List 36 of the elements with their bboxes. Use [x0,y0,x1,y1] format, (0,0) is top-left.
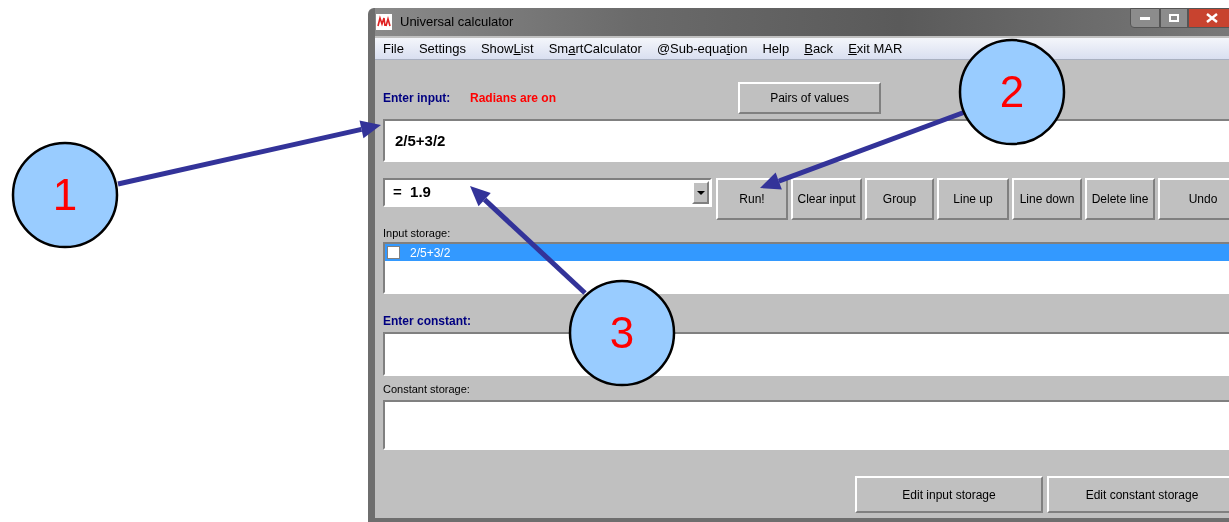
menu-item[interactable]: @Sub-equation [656,38,748,59]
checkbox[interactable] [387,246,400,259]
menu-item[interactable]: Settings [418,38,466,59]
result-dropdown[interactable]: = 1.9 [383,178,712,207]
dropdown-arrow-icon [696,190,705,195]
storage-edit-button[interactable]: Edit constant storage [1047,476,1229,513]
storage-edit-button[interactable]: Edit input storage [855,476,1043,513]
pairs-of-values-button[interactable]: Pairs of values [738,82,882,114]
toolbar-button[interactable]: Line down [1012,178,1082,220]
number-callout: 3 [568,279,676,387]
constant-label: Enter constant: [383,314,472,328]
menu-item[interactable]: SmartCalculator [548,38,642,59]
minimize-button[interactable] [1130,8,1160,28]
number-callout: 1 [11,141,119,249]
toolbar-button[interactable]: Line up [937,178,1009,220]
input-label: Enter input: [383,90,452,107]
menu-item[interactable]: File [383,38,404,59]
window-title: Universal calculator [400,13,514,32]
app-icon [376,14,392,30]
toolbar-button[interactable]: Delete line [1085,178,1155,220]
radians-status: Radians are on [470,90,557,107]
menu-item[interactable]: Exit MAR [848,38,903,59]
menu-item[interactable]: Back [804,38,834,59]
constant-storage-label: Constant storage: [383,382,471,396]
toolbar-button[interactable]: Undo [1158,178,1229,220]
close-icon [1206,13,1218,23]
maximize-button[interactable] [1160,8,1188,28]
input-storage-label: Input storage: [383,226,452,240]
toolbar-button[interactable]: Clear input [791,178,862,220]
menu-item[interactable]: ShowList [480,38,534,59]
close-button[interactable] [1188,8,1229,28]
toolbar-button[interactable]: Group [865,178,934,220]
menu-item[interactable]: Help [762,38,790,59]
number-callout: 2 [958,38,1066,146]
input-field[interactable]: 2/5+3/2 [383,119,1229,162]
toolbar-button[interactable]: Run! [716,178,788,220]
